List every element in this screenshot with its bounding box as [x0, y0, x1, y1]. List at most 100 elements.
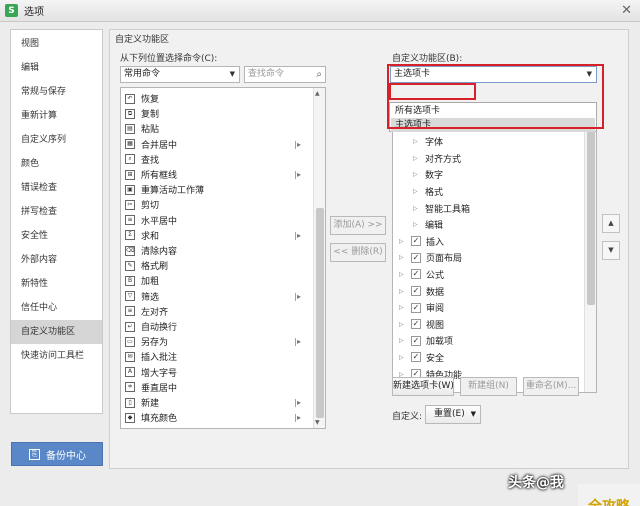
submenu-arrow-icon: |▸: [294, 413, 301, 423]
sidebar-item[interactable]: 常规与保存: [11, 80, 102, 104]
command-item[interactable]: ▭ 另存为 |▸: [121, 334, 313, 349]
tree-scrollbar[interactable]: [584, 105, 596, 392]
tree-group-item[interactable]: ▷ 编辑: [413, 217, 443, 233]
command-item[interactable]: B 加粗: [121, 273, 313, 288]
command-item[interactable]: ✎ 格式刷: [121, 258, 313, 273]
close-icon[interactable]: ✕: [621, 3, 632, 18]
command-source-select[interactable]: 常用命令 ▼: [120, 66, 240, 83]
command-item[interactable]: A 增大字号: [121, 365, 313, 380]
expand-arrow-icon[interactable]: ▷: [413, 221, 421, 228]
tree-tab-item[interactable]: ▷ ✓ 视图: [399, 316, 444, 332]
tab-checkbox[interactable]: ✓: [411, 335, 421, 346]
command-item[interactable]: ✂ 剪切: [121, 197, 313, 212]
expand-arrow-icon[interactable]: ▷: [399, 354, 407, 361]
move-down-button[interactable]: ▼: [602, 241, 620, 260]
command-item[interactable]: ↵ 自动换行: [121, 319, 313, 334]
command-item[interactable]: ▣ 重算活动工作薄: [121, 182, 313, 197]
scroll-down-icon[interactable]: ▼: [315, 419, 320, 426]
command-item[interactable]: ⌫ 清除内容: [121, 243, 313, 258]
command-item[interactable]: ≡ 左对齐: [121, 304, 313, 319]
sidebar-item[interactable]: 拼写检查: [11, 200, 102, 224]
command-item[interactable]: ≑ 垂直居中: [121, 380, 313, 395]
command-list-scrollbar[interactable]: ▲ ▼: [313, 88, 325, 428]
tree-group-item[interactable]: ▷ 字体: [413, 134, 443, 150]
remove-button[interactable]: << 删除(R): [330, 243, 386, 262]
tree-group-item[interactable]: ▷ 格式: [413, 183, 443, 199]
command-item[interactable]: ▦ 合并居中 |▸: [121, 137, 313, 152]
tab-checkbox[interactable]: ✓: [411, 302, 421, 313]
tab-checkbox[interactable]: ✓: [411, 252, 421, 263]
command-item[interactable]: ≡ 水平居中: [121, 213, 313, 228]
scroll-up-icon[interactable]: ▲: [315, 90, 320, 97]
tree-tab-item[interactable]: ▷ ✓ 插入: [399, 233, 444, 249]
expand-arrow-icon[interactable]: ▷: [413, 138, 421, 145]
sidebar-item[interactable]: 自定义序列: [11, 128, 102, 152]
tree-tab-item[interactable]: ▷ ✓ 加载项: [399, 333, 453, 349]
command-label: 插入批注: [141, 353, 178, 364]
sidebar-item[interactable]: 新特性: [11, 272, 102, 296]
format-painter-icon: ✎: [125, 260, 135, 271]
expand-arrow-icon[interactable]: ▷: [399, 288, 407, 295]
sidebar-item[interactable]: 颜色: [11, 152, 102, 176]
expand-arrow-icon[interactable]: ▷: [399, 321, 407, 328]
command-label: 筛选: [141, 292, 160, 303]
command-item[interactable]: ▯ 新建 |▸: [121, 395, 313, 410]
rename-button[interactable]: 重命名(M)...: [523, 377, 579, 396]
command-item[interactable]: Σ 求和 |▸: [121, 228, 313, 243]
command-item[interactable]: ↶ 恢复: [121, 91, 313, 106]
move-up-button[interactable]: ▲: [602, 214, 620, 233]
command-item[interactable]: ✉ 插入批注: [121, 349, 313, 364]
fill-color-icon: ◆: [125, 412, 135, 423]
backup-center-button[interactable]: ⎘ 备份中心: [11, 442, 103, 466]
reset-button[interactable]: 重置(E) ▼: [425, 405, 481, 424]
tree-tab-item[interactable]: ▷ ✓ 数据: [399, 283, 444, 299]
sidebar-item[interactable]: 快速访问工具栏: [11, 344, 102, 368]
search-icon[interactable]: ⌕: [316, 67, 322, 82]
sidebar-item[interactable]: 视图: [11, 32, 102, 56]
command-item[interactable]: ◆ 填充颜色 |▸: [121, 410, 313, 425]
expand-arrow-icon[interactable]: ▷: [413, 171, 421, 178]
new-tab-button[interactable]: 新建选项卡(W): [392, 377, 454, 396]
command-item[interactable]: ⧉ 复制: [121, 106, 313, 121]
expand-arrow-icon[interactable]: ▷: [413, 155, 421, 162]
ribbon-tree[interactable]: ▷剪贴板▷字体▷对齐方式▷数字▷格式▷智能工具箱▷编辑▷✓插入▷✓页面布局▷✓公…: [392, 104, 597, 393]
search-input[interactable]: 查找命令 ⌕: [244, 66, 326, 83]
command-item[interactable]: ▽ 筛选 |▸: [121, 289, 313, 304]
expand-arrow-icon[interactable]: ▷: [413, 188, 421, 195]
tree-scroll-thumb[interactable]: [587, 115, 595, 305]
clear-icon: ⌫: [125, 245, 135, 256]
sidebar-item[interactable]: 外部内容: [11, 248, 102, 272]
expand-arrow-icon[interactable]: ▷: [413, 205, 421, 212]
new-group-button[interactable]: 新建组(N): [460, 377, 517, 396]
expand-arrow-icon[interactable]: ▷: [399, 238, 407, 245]
tree-tab-item[interactable]: ▷ ✓ 页面布局: [399, 250, 462, 266]
sidebar-item[interactable]: 自定义功能区: [11, 320, 102, 344]
command-item[interactable]: ▤ 粘贴: [121, 121, 313, 136]
sidebar-item[interactable]: 编辑: [11, 56, 102, 80]
expand-arrow-icon[interactable]: ▷: [399, 304, 407, 311]
expand-arrow-icon[interactable]: ▷: [399, 337, 407, 344]
tree-tab-item[interactable]: ▷ ✓ 安全: [399, 349, 444, 365]
expand-arrow-icon[interactable]: ▷: [399, 271, 407, 278]
reset-label: 重置(E): [434, 409, 465, 419]
scroll-thumb[interactable]: [316, 208, 324, 418]
sidebar-item[interactable]: 安全性: [11, 224, 102, 248]
add-button[interactable]: 添加(A) >>: [330, 216, 386, 235]
command-list[interactable]: ▲ ▼ ↶ 恢复 ⧉ 复制 ▤ 粘贴 ▦ 合并居中 |▸ ⌕ 查找 ⊞ 所有框线 |▸ ▣ 重算活动工作薄 ✂ 剪…: [120, 87, 326, 429]
tab-checkbox[interactable]: ✓: [411, 286, 421, 296]
tree-tab-item[interactable]: ▷ ✓ 公式: [399, 266, 444, 282]
sidebar-item[interactable]: 重新计算: [11, 104, 102, 128]
tab-checkbox[interactable]: ✓: [411, 352, 421, 363]
command-item[interactable]: ⊞ 所有框线 |▸: [121, 167, 313, 182]
command-item[interactable]: ⌕ 查找: [121, 152, 313, 167]
tree-group-item[interactable]: ▷ 对齐方式: [413, 150, 461, 166]
expand-arrow-icon[interactable]: ▷: [399, 254, 407, 261]
tree-group-item[interactable]: ▷ 数字: [413, 167, 443, 183]
tree-tab-item[interactable]: ▷ ✓ 审阅: [399, 300, 444, 316]
sidebar-item[interactable]: 错误检查: [11, 176, 102, 200]
tab-checkbox[interactable]: ✓: [411, 269, 421, 280]
tab-checkbox[interactable]: ✓: [411, 319, 421, 330]
tree-group-item[interactable]: ▷ 智能工具箱: [413, 200, 470, 216]
sidebar-item[interactable]: 信任中心: [11, 296, 102, 320]
tab-checkbox[interactable]: ✓: [411, 236, 421, 247]
